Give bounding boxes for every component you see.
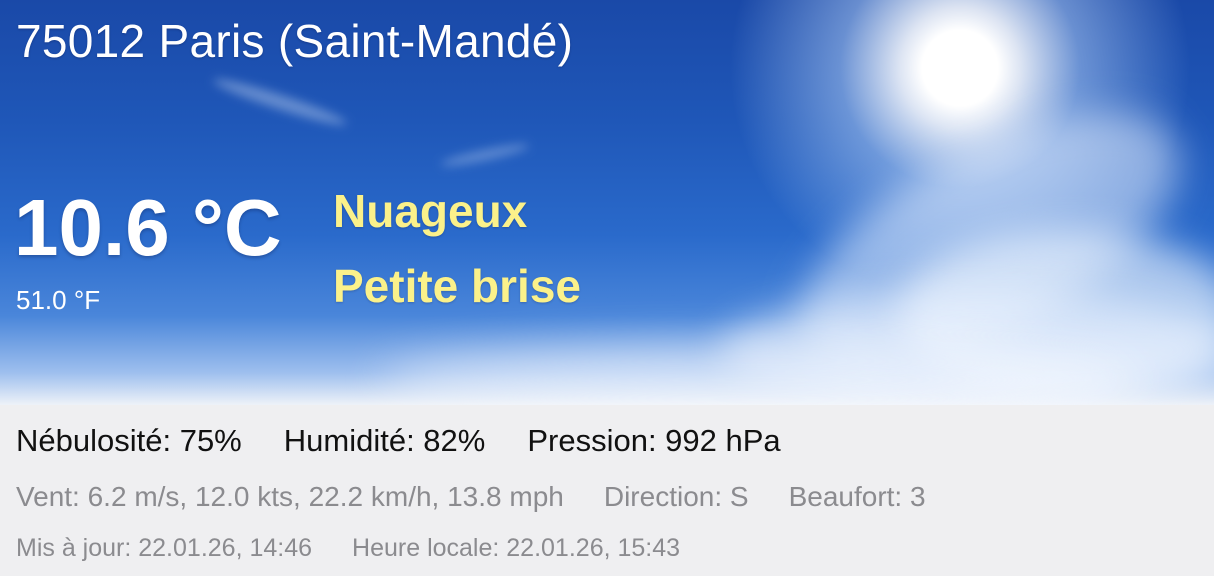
updated-timestamp: Mis à jour: 22.01.26, 14:46 xyxy=(16,534,313,562)
local-time-timestamp: Heure locale: 22.01.26, 15:43 xyxy=(352,534,681,562)
wind-description: Petite brise xyxy=(333,260,581,312)
humidity-value: Humidité: 82% xyxy=(283,423,486,458)
pressure-value: Pression: 992 hPa xyxy=(527,423,781,458)
cloud-decoration xyxy=(439,140,531,170)
temperature-celsius: 10.6 °C xyxy=(14,183,282,272)
temperature-fahrenheit: 51.0 °F xyxy=(16,285,101,315)
location-title: 75012 Paris (Saint-Mandé) xyxy=(16,15,574,67)
weather-condition: Nuageux xyxy=(333,185,528,237)
wind-direction-value: Direction: S xyxy=(603,481,749,512)
timestamps-row: Mis à jour: 22.01.26, 14:46 Heure locale:… xyxy=(16,534,680,563)
beaufort-value: Beaufort: 3 xyxy=(788,481,926,512)
sky-background-image: 75012 Paris (Saint-Mandé) 10.6 °C 51.0 °… xyxy=(0,0,1214,419)
details-panel: Nébulosité: 75% Humidité: 82% Pression: 99… xyxy=(0,405,1214,576)
wind-metrics-row: Vent: 6.2 m/s, 12.0 kts, 22.2 km/h, 13.8… xyxy=(16,481,926,513)
cloud-decoration xyxy=(211,73,349,131)
wind-speed-value: Vent: 6.2 m/s, 12.0 kts, 22.2 km/h, 13.8… xyxy=(16,481,564,512)
primary-metrics-row: Nébulosité: 75% Humidité: 82% Pression: 99… xyxy=(16,423,781,459)
weather-card: 75012 Paris (Saint-Mandé) 10.6 °C 51.0 °… xyxy=(0,0,1214,576)
cloud-cover-value: Nébulosité: 75% xyxy=(16,423,242,458)
